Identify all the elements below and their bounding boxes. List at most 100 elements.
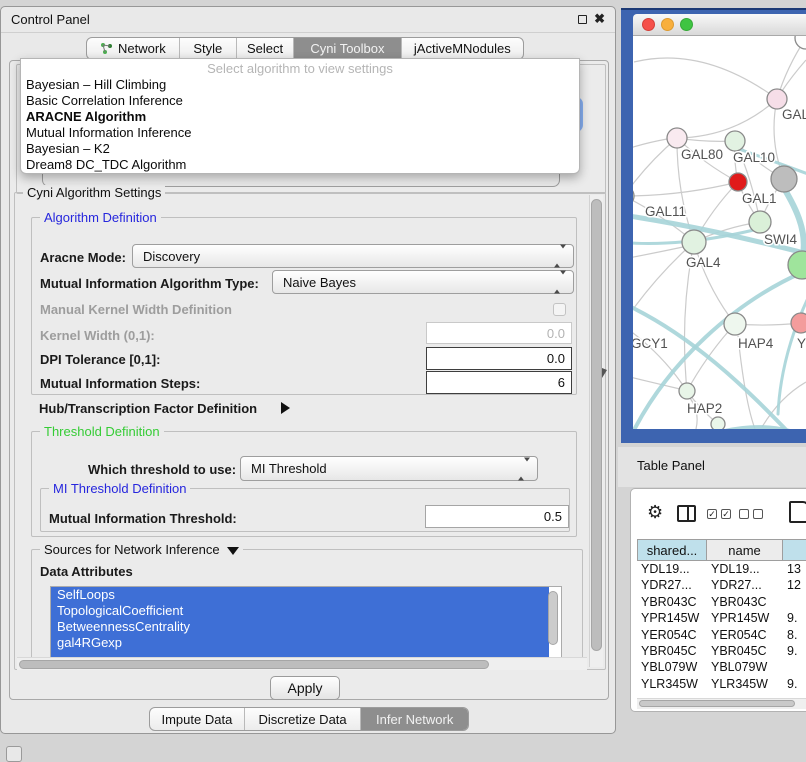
close-traffic-light-icon[interactable] [642, 18, 655, 31]
select-all-check2-icon[interactable]: ✓ [721, 509, 731, 519]
dropdown-item[interactable]: Bayesian – K2 [21, 141, 579, 157]
network-node-swi4[interactable] [749, 211, 771, 233]
dropdown-item[interactable]: Mutual Information Inference [21, 125, 579, 141]
network-node[interactable] [771, 166, 797, 192]
network-node[interactable] [795, 36, 806, 49]
manual-kernel-checkbox[interactable] [553, 303, 566, 316]
float-window-icon[interactable] [578, 15, 587, 24]
column-header[interactable]: shared... [637, 539, 707, 561]
table-row[interactable]: YER054CYER054C8. [637, 627, 806, 643]
mi-threshold-group: MI Threshold Definition Mutual Informati… [40, 488, 570, 532]
network-node-gal11[interactable] [633, 186, 634, 206]
settings-vscroll-thumb[interactable] [591, 199, 602, 651]
minimized-panel-icon[interactable] [6, 746, 22, 762]
tab-network[interactable]: Network [87, 38, 180, 59]
network-edge[interactable] [633, 182, 738, 196]
table-row[interactable]: YBR043CYBR043C [637, 594, 806, 610]
tab-cyni-toolbox[interactable]: Cyni Toolbox [294, 38, 402, 59]
sources-group: Sources for Network Inference Data Attri… [31, 549, 583, 661]
settings-hscroll-thumb[interactable] [19, 660, 489, 669]
network-node-label: GAL80 [681, 147, 723, 162]
network-node-gal[interactable] [767, 89, 787, 109]
attribute-item[interactable]: BetweennessCentrality [51, 619, 549, 635]
table-cell: YBL079W [641, 660, 697, 674]
network-node-hap4[interactable] [724, 313, 746, 335]
network-node-y[interactable] [791, 313, 806, 333]
tab-infer-network[interactable]: Infer Network [361, 708, 468, 730]
deselect-check-icon[interactable] [739, 509, 749, 519]
tab-style[interactable]: Style [180, 38, 237, 59]
network-node[interactable] [788, 251, 806, 279]
network-node-gal10[interactable] [725, 131, 745, 151]
data-attributes-list[interactable]: SelfLoopsTopologicalCoefficientBetweenne… [50, 586, 562, 658]
tab-select[interactable]: Select [237, 38, 294, 59]
tab-discretize-data[interactable]: Discretize Data [245, 708, 362, 730]
algorithm-dropdown-popup: Select algorithm to view settings Bayesi… [20, 58, 580, 174]
tab-jactivemnodules[interactable]: jActiveMNodules [402, 38, 523, 59]
network-node-gal80[interactable] [667, 128, 687, 148]
hub-expand-arrow-icon[interactable] [281, 402, 290, 414]
dropdown-item[interactable]: Bayesian – Hill Climbing [21, 77, 579, 93]
network-node-gal4[interactable] [682, 230, 706, 254]
attribute-item[interactable]: SelfLoops [51, 587, 549, 603]
table-cell: 13 [787, 562, 801, 576]
table-row[interactable]: YDR27...YDR27...12 [637, 577, 806, 593]
list-scrollbar[interactable] [548, 591, 558, 645]
network-node-label: HAP2 [687, 401, 722, 416]
mouse-cursor [602, 368, 607, 378]
network-node-hap2[interactable] [679, 383, 695, 399]
attribute-item[interactable]: gal4RGexp [51, 635, 549, 651]
mi-steps-field[interactable]: 6 [426, 371, 572, 394]
control-panel-window: Control Panel ✖ NetworkStyleSelectCyni T… [0, 6, 616, 734]
deselect-check2-icon[interactable] [753, 509, 763, 519]
minimize-traffic-light-icon[interactable] [661, 18, 674, 31]
network-edge[interactable] [677, 99, 777, 138]
settings-vertical-scrollbar[interactable] [589, 195, 603, 667]
network-edge[interactable] [633, 374, 680, 389]
apply-button[interactable]: Apply [270, 676, 340, 700]
tab-impute-data[interactable]: Impute Data [150, 708, 245, 730]
table-row[interactable]: YPR145WYPR145W9. [637, 610, 806, 626]
network-edge[interactable] [762, 382, 806, 427]
table-hscroll-thumb[interactable] [639, 700, 795, 707]
collapse-arrow-icon[interactable] [227, 547, 239, 555]
table-row[interactable]: YIL052CYIL052C9. [637, 692, 806, 693]
table-row[interactable]: YBL079WYBL079W [637, 659, 806, 675]
table-row[interactable]: YBR045CYBR045C9. [637, 643, 806, 659]
which-threshold-combobox[interactable]: MI Threshold [240, 456, 538, 481]
aracne-mode-combobox[interactable]: Discovery [132, 244, 574, 268]
network-edge[interactable] [634, 58, 770, 94]
table-row[interactable]: YLR345WYLR345W9. [637, 676, 806, 692]
network-node-gal1[interactable] [729, 173, 747, 191]
attribute-item[interactable]: TopologicalCoefficient [51, 603, 549, 619]
network-canvas[interactable]: GALGAL80GAL10GAL1SWI4GAL11GAL4GCY1HAP4YH… [633, 36, 806, 429]
network-node-label: GAL10 [733, 150, 775, 165]
network-edge[interactable] [633, 247, 683, 260]
network-edge[interactable] [633, 139, 667, 152]
mi-type-label: Mutual Information Algorithm Type: [40, 276, 259, 291]
column-header[interactable]: name [707, 539, 783, 561]
table-horizontal-scrollbar[interactable] [637, 698, 806, 709]
settings-horizontal-scrollbar[interactable] [17, 657, 587, 670]
gear-icon[interactable]: ⚙ [647, 503, 663, 521]
dropdown-item[interactable]: ARACNE Algorithm [21, 109, 579, 125]
network-node-label: GAL4 [686, 255, 721, 270]
dropdown-item[interactable]: Basic Correlation Inference [21, 93, 579, 109]
column-header[interactable] [783, 539, 806, 561]
hub-definition-label[interactable]: Hub/Transcription Factor Definition [39, 401, 257, 416]
dpi-tolerance-field[interactable]: 0.0 [426, 347, 572, 370]
dropdown-item[interactable]: Dream8 DC_TDC Algorithm [21, 157, 579, 173]
export-table-icon[interactable] [789, 501, 806, 523]
close-icon[interactable]: ✖ [594, 11, 605, 27]
mi-type-combobox[interactable]: Naive Bayes [272, 270, 574, 294]
mi-threshold-field[interactable]: 0.5 [425, 505, 569, 528]
network-node[interactable] [711, 417, 725, 429]
mi-threshold-group-title: MI Threshold Definition [49, 481, 190, 496]
zoom-traffic-light-icon[interactable] [680, 18, 693, 31]
table-row[interactable]: YDL19...YDL19...13 [637, 561, 806, 577]
dpi-tolerance-label: DPI Tolerance [0,1]: [40, 352, 160, 367]
columns-icon[interactable] [677, 505, 696, 522]
network-edge[interactable] [633, 138, 677, 196]
select-all-check-icon[interactable]: ✓ [707, 509, 717, 519]
table-cell: YDR27... [641, 578, 692, 592]
